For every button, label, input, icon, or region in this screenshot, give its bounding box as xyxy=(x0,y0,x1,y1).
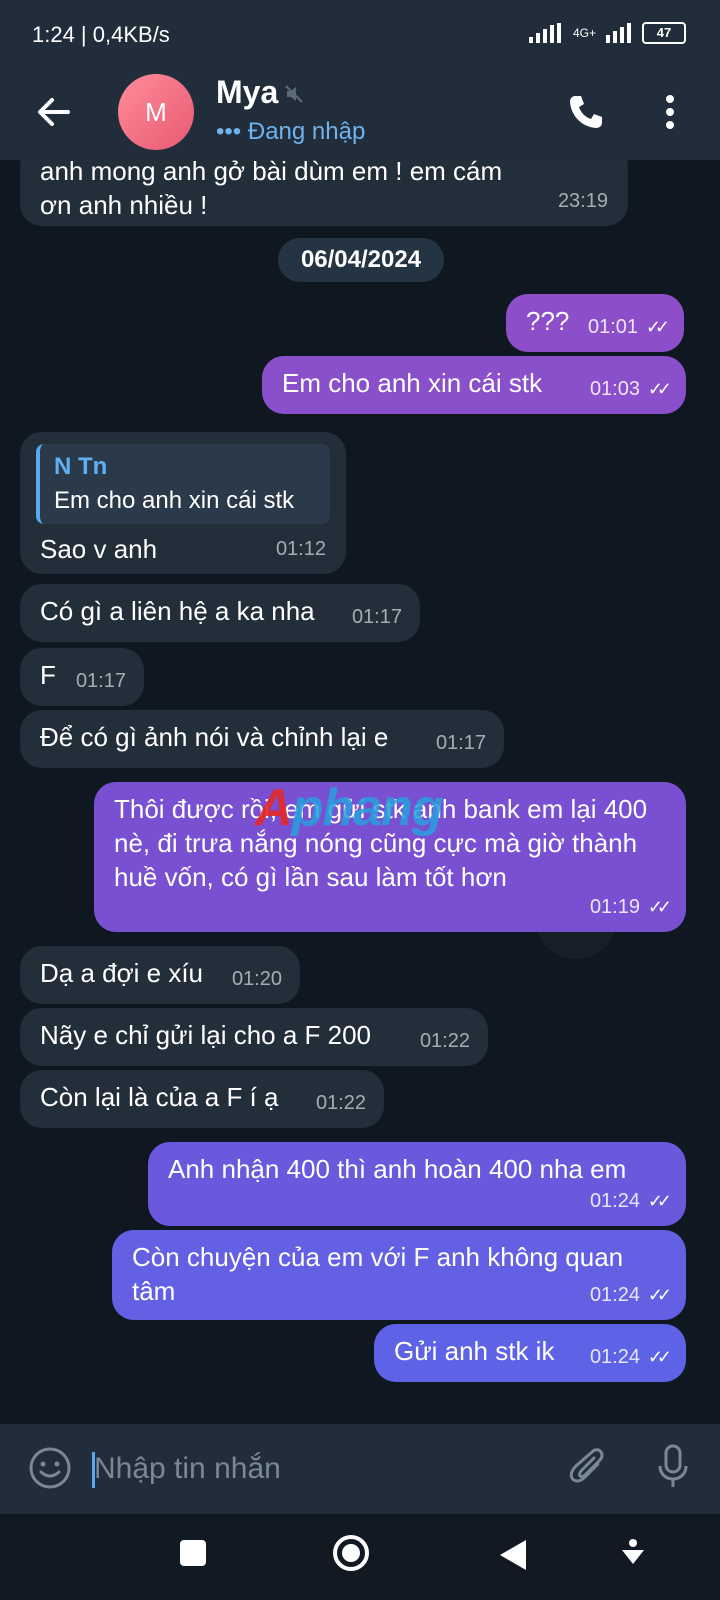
message-text: Sao v anh xyxy=(40,534,158,564)
message-text: Gửi anh stk ik xyxy=(394,1336,555,1366)
message-incoming[interactable]: N Tn Em cho anh xin cái stk Sao v anh 01… xyxy=(20,432,346,574)
reply-author: N Tn xyxy=(54,453,108,480)
message-incoming[interactable]: F 01:17 xyxy=(20,648,144,706)
message-outgoing[interactable]: Anh nhận 400 thì anh hoàn 400 nha em 01:… xyxy=(148,1142,686,1226)
message-input-bar: Nhập tin nhắn xyxy=(0,1424,720,1514)
emoji-icon[interactable] xyxy=(28,1446,72,1490)
message-input[interactable]: Nhập tin nhắn xyxy=(94,1452,281,1486)
message-time: 01:12 xyxy=(275,538,326,560)
message-outgoing[interactable]: Còn chuyện của em với F anh không quan t… xyxy=(112,1230,686,1320)
message-text: ??? xyxy=(526,306,570,336)
message-time: 01:19 xyxy=(589,896,640,918)
double-check-icon: ✓✓ xyxy=(647,379,672,399)
message-text: Có gì a liên hệ a ka nha xyxy=(40,596,315,626)
status-bar: 1:24 | 0,4KB/s 4G+ 47 xyxy=(0,0,720,70)
back-arrow-icon[interactable] xyxy=(34,92,74,132)
message-text: F xyxy=(40,660,56,690)
phone-icon[interactable] xyxy=(566,92,606,132)
attach-icon[interactable] xyxy=(568,1446,608,1490)
typing-status: ••• Đang nhập xyxy=(216,118,366,145)
more-vertical-icon[interactable] xyxy=(664,94,676,130)
reply-text: Em cho anh xin cái stk xyxy=(54,487,295,514)
message-text: Dạ a đợi e xíu xyxy=(40,958,204,988)
double-check-icon: ✓✓ xyxy=(647,1285,672,1305)
message-time: 01:22 xyxy=(419,1030,470,1052)
network-type: 4G+ xyxy=(572,26,596,40)
double-check-icon: ✓✓ xyxy=(647,1191,672,1211)
mic-icon[interactable] xyxy=(656,1444,690,1490)
message-incoming[interactable]: Có gì a liên hệ a ka nha 01:17 xyxy=(20,584,420,642)
message-time: 01:17 xyxy=(75,670,126,692)
signal-icon xyxy=(528,23,561,43)
watermark-logo: Aphang xyxy=(255,779,444,837)
double-check-icon: ✓✓ xyxy=(647,897,672,917)
battery-indicator: 47 xyxy=(642,22,686,44)
chat-header: M Mya ••• Đang nhập xyxy=(0,70,720,160)
message-text: Nãy e chỉ gửi lại cho a F 200 xyxy=(40,1020,372,1050)
message-time: 01:17 xyxy=(435,732,486,754)
message-outgoing[interactable]: Gửi anh stk ik 01:24 ✓✓ xyxy=(374,1324,686,1382)
double-check-icon: ✓✓ xyxy=(645,317,670,337)
system-nav-bar xyxy=(0,1514,720,1600)
message-incoming[interactable]: Để có gì ảnh nói và chỉnh lại e 01:17 xyxy=(20,710,504,768)
message-incoming[interactable]: anh mong anh gở bài dùm em ! em cám ơn a… xyxy=(20,160,628,226)
message-text: Em cho anh xin cái stk xyxy=(282,368,543,398)
message-time: 01:24 xyxy=(589,1190,640,1212)
message-time: 23:19 xyxy=(557,190,608,212)
signal-icon-2 xyxy=(606,23,631,43)
home-icon[interactable] xyxy=(332,1534,370,1572)
message-outgoing[interactable]: Em cho anh xin cái stk 01:03 ✓✓ xyxy=(262,356,686,414)
hide-nav-icon[interactable] xyxy=(620,1538,646,1568)
recents-icon[interactable] xyxy=(178,1538,208,1568)
message-outgoing[interactable]: ??? 01:01 ✓✓ xyxy=(506,294,684,352)
date-separator: 06/04/2024 xyxy=(278,238,444,282)
message-text: Còn chuyện của em với F anh không quan t… xyxy=(132,1242,624,1306)
message-time: 01:22 xyxy=(315,1092,366,1114)
status-time: 1:24 | 0,4KB/s xyxy=(32,22,170,47)
double-check-icon: ✓✓ xyxy=(647,1347,672,1367)
message-incoming[interactable]: Nãy e chỉ gửi lại cho a F 200 01:22 xyxy=(20,1008,488,1066)
message-time: 01:24 xyxy=(589,1284,640,1306)
message-text: Để có gì ảnh nói và chỉnh lại e xyxy=(40,722,389,752)
message-text: Còn lại là của a F í ạ xyxy=(40,1082,279,1112)
message-text: Anh nhận 400 thì anh hoàn 400 nha em xyxy=(168,1154,627,1184)
back-icon[interactable] xyxy=(498,1538,528,1572)
avatar[interactable]: M xyxy=(118,74,194,150)
contact-name[interactable]: Mya xyxy=(216,74,278,111)
message-time: 01:24 xyxy=(589,1346,640,1368)
message-time: 01:01 xyxy=(587,316,638,338)
message-text: anh mong anh gở bài dùm em ! em cám ơn a… xyxy=(40,160,503,220)
message-time: 01:17 xyxy=(351,606,402,628)
message-incoming[interactable]: Dạ a đợi e xíu 01:20 xyxy=(20,946,300,1004)
status-icons: 4G+ 47 xyxy=(528,22,686,44)
mute-icon xyxy=(285,85,303,103)
reply-quote[interactable]: N Tn Em cho anh xin cái stk xyxy=(36,444,330,524)
message-time: 01:20 xyxy=(231,968,282,990)
message-incoming[interactable]: Còn lại là của a F í ạ 01:22 xyxy=(20,1070,384,1128)
message-time: 01:03 xyxy=(589,378,640,400)
